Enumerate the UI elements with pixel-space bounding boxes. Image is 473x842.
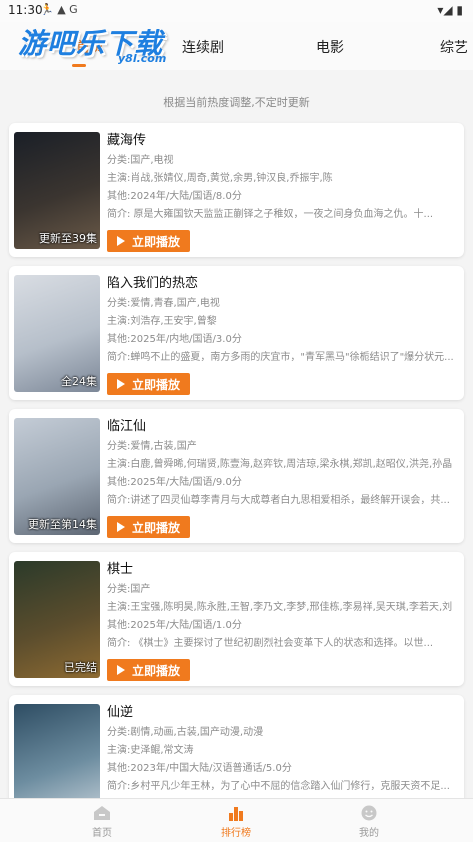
drama-card[interactable]: 更新至第14集 临江仙 分类:爱情,古装,国产 主演:白鹿,曾舜晞,何瑞贤,陈壹海,赵… bbox=[9, 409, 464, 543]
drama-category: 分类:爱情,青春,国产,电视 bbox=[107, 298, 220, 309]
app-logo: 游吧乐下载 y8l.com bbox=[18, 22, 167, 65]
drama-title[interactable]: 仙逆 bbox=[107, 702, 459, 724]
drama-other: 其他:2025年/大陆/国语/1.0分 bbox=[107, 620, 242, 631]
drama-other: 其他:2025年/大陆/国语/9.0分 bbox=[107, 477, 242, 488]
chart-icon bbox=[229, 807, 243, 821]
tab-movies[interactable]: 电影 bbox=[316, 37, 344, 57]
drama-cast: 主演:刘浩存,王安宇,曾黎 bbox=[107, 316, 217, 327]
drama-info: 藏海传分类:国产,电视主演:肖战,张婧仪,周奇,黄觉,余男,钟汉良,乔振宇,陈其… bbox=[107, 130, 459, 224]
episode-badge: 更新至39集 bbox=[39, 232, 97, 245]
drama-intro: 简介: 《棋士》主要探讨了世纪初剧烈社会变革下人的状态和选择。以世... bbox=[107, 638, 434, 649]
nav-home[interactable]: 首页 bbox=[62, 799, 142, 842]
drama-cast: 主演:白鹿,曾舜晞,何瑞贤,陈壹海,赵弈钦,周洁琼,梁永棋,郑凯,赵昭仪,洪尧,… bbox=[107, 459, 453, 470]
poster-image[interactable]: 更新至第14集 bbox=[14, 418, 100, 535]
drama-info: 仙逆分类:剧情,动画,古装,国产动漫,动漫 主演:史泽鲲,常文涛其他:2023年/… bbox=[107, 702, 459, 796]
nav-ranking[interactable]: 排行榜 bbox=[196, 799, 276, 842]
face-icon bbox=[361, 805, 377, 821]
home-icon bbox=[94, 806, 110, 820]
top-header: 首页 连续剧 电影 综艺 游吧乐下载 y8l.com bbox=[0, 22, 473, 70]
play-now-label: 立即播放 bbox=[132, 664, 181, 678]
drama-other: 其他:2025年/内地/国语/3.0分 bbox=[107, 334, 242, 345]
drama-info: 临江仙分类:爱情,古装,国产主演:白鹿,曾舜晞,何瑞贤,陈壹海,赵弈钦,周洁琼,… bbox=[107, 416, 459, 510]
play-now-button[interactable]: 立即播放 bbox=[107, 373, 190, 395]
status-bar: 11:30 🏃 ▲ G ▾◢ ▮ bbox=[0, 0, 473, 22]
drama-other: 其他:2023年/中国大陆/汉语普通话/5.0分 bbox=[107, 763, 292, 774]
nav-home-label: 首页 bbox=[92, 828, 112, 839]
drama-category: 分类:剧情,动画,古装,国产动漫,动漫 bbox=[107, 727, 264, 738]
drama-category: 分类:爱情,古装,国产 bbox=[107, 441, 197, 452]
poster-image[interactable]: 已完结 bbox=[14, 561, 100, 678]
drama-card[interactable]: 已完结 棋士 分类:国产 主演:王宝强,陈明昊,陈永胜,王智,李乃文,李梦,邢佳栋,李… bbox=[9, 552, 464, 686]
poster-image[interactable]: 更新至39集 bbox=[14, 132, 100, 249]
episode-badge: 全24集 bbox=[61, 375, 97, 388]
drama-card[interactable]: 更新至39集 藏海传 分类:国产,电视 主演:肖战,张婧仪,周奇,黄觉,余男,钟汉良,… bbox=[9, 123, 464, 257]
status-time: 11:30 bbox=[8, 3, 43, 17]
nav-mine[interactable]: 我的 bbox=[329, 799, 409, 842]
play-now-button[interactable]: 立即播放 bbox=[107, 230, 190, 252]
play-now-label: 立即播放 bbox=[132, 235, 181, 249]
nav-ranking-label: 排行榜 bbox=[221, 828, 251, 839]
tab-variety[interactable]: 综艺 bbox=[440, 37, 468, 57]
active-tab-indicator bbox=[72, 64, 86, 67]
drama-cast: 主演:肖战,张婧仪,周奇,黄觉,余男,钟汉良,乔振宇,陈 bbox=[107, 173, 333, 184]
play-now-button[interactable]: 立即播放 bbox=[107, 659, 190, 681]
drama-intro: 简介:蝉鸣不止的盛夏，南方多雨的庆宜市，"青军黑马"徐栀结识了"爆分状元... bbox=[107, 352, 454, 363]
bottom-nav: 首页 排行榜 我的 bbox=[0, 798, 473, 842]
ranking-notice: 根据当前热度调整,不定时更新 bbox=[163, 96, 310, 109]
notification-icons: 🏃 ▲ G bbox=[40, 3, 78, 16]
logo-subtext: y8l.com bbox=[118, 52, 167, 65]
drama-title[interactable]: 棋士 bbox=[107, 559, 459, 581]
play-icon bbox=[117, 522, 125, 532]
play-icon bbox=[117, 379, 125, 389]
tab-series[interactable]: 连续剧 bbox=[182, 37, 224, 57]
drama-other: 其他:2024年/大陆/国语/8.0分 bbox=[107, 191, 242, 202]
drama-info: 陷入我们的热恋分类:爱情,青春,国产,电视 主演:刘浩存,王安宇,曾黎其他:202… bbox=[107, 273, 459, 367]
drama-category: 分类:国产 bbox=[107, 584, 151, 595]
nav-mine-label: 我的 bbox=[359, 828, 379, 839]
play-now-label: 立即播放 bbox=[132, 378, 181, 392]
drama-cast: 主演:王宝强,陈明昊,陈永胜,王智,李乃文,李梦,邢佳栋,李易祥,吴天琪,李若天… bbox=[107, 602, 453, 613]
drama-intro: 简介: 原是大雍国钦天监监正蒯铎之子稚奴，一夜之间身负血海之仇。十... bbox=[107, 209, 434, 220]
play-icon bbox=[117, 236, 125, 246]
drama-category: 分类:国产,电视 bbox=[107, 155, 174, 166]
drama-title[interactable]: 陷入我们的热恋 bbox=[107, 273, 459, 295]
episode-badge: 更新至第14集 bbox=[28, 518, 97, 531]
drama-title[interactable]: 藏海传 bbox=[107, 130, 459, 152]
drama-card[interactable]: 全24集 陷入我们的热恋 分类:爱情,青春,国产,电视 主演:刘浩存,王安宇,曾黎 其他… bbox=[9, 266, 464, 400]
poster-image[interactable]: 全24集 bbox=[14, 275, 100, 392]
episode-badge: 已完结 bbox=[64, 661, 97, 674]
play-now-button[interactable]: 立即播放 bbox=[107, 516, 190, 538]
signal-battery-icon: ▾◢ ▮ bbox=[437, 3, 463, 17]
drama-intro: 简介:乡村平凡少年王林，为了心中不屈的信念踏入仙门修行，克服天资不足... bbox=[107, 781, 450, 792]
play-now-label: 立即播放 bbox=[132, 521, 181, 535]
drama-cast: 主演:史泽鲲,常文涛 bbox=[107, 745, 194, 756]
play-icon bbox=[117, 665, 125, 675]
drama-title[interactable]: 临江仙 bbox=[107, 416, 459, 438]
drama-intro: 简介:讲述了四灵仙尊李青月与大成尊者白九思相爱相杀，最终解开误会，共... bbox=[107, 495, 450, 506]
drama-info: 棋士分类:国产主演:王宝强,陈明昊,陈永胜,王智,李乃文,李梦,邢佳栋,李易祥,… bbox=[107, 559, 459, 653]
